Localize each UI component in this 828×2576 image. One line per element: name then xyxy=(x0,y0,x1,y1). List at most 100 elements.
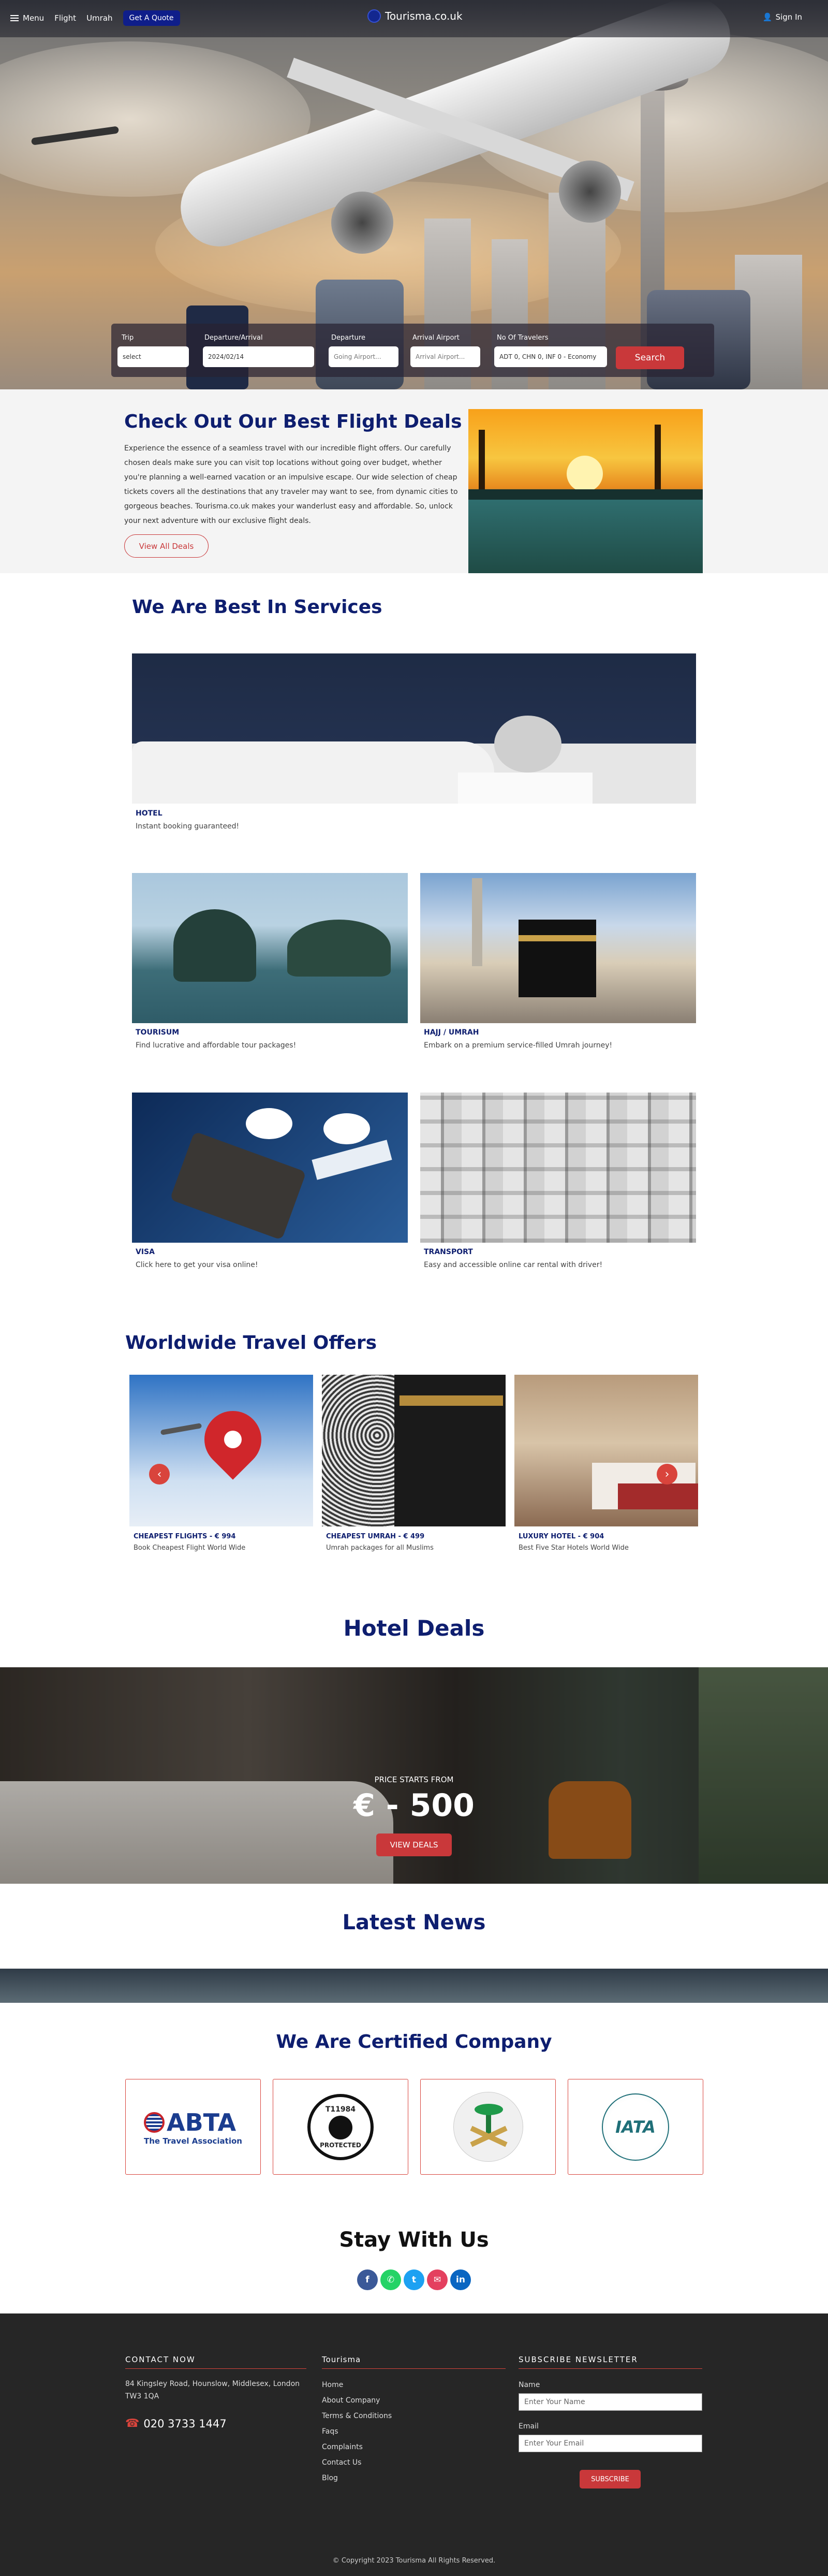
footer-link-complaints[interactable]: Complaints xyxy=(322,2443,363,2451)
service-subtitle-visa: Click here to get your visa online! xyxy=(136,1261,258,1269)
chevron-right-icon: › xyxy=(664,1467,670,1481)
newsletter-name-label: Name xyxy=(519,2381,540,2389)
dates-label: Departure/Arrival xyxy=(204,334,263,342)
newsletter-email-input[interactable]: Enter Your Email xyxy=(519,2435,702,2452)
atol-protected: PROTECTED xyxy=(320,2141,361,2149)
search-button[interactable]: Search xyxy=(616,346,684,369)
subscribe-button[interactable]: SUBSCRIBE xyxy=(580,2470,641,2488)
deals-title: Check Out Our Best Flight Deals xyxy=(124,411,462,432)
iata-logo-text: IATA xyxy=(615,2117,656,2137)
departure-input[interactable]: Going Airport... xyxy=(329,346,398,367)
hotel-deals-title: Hotel Deals xyxy=(343,1616,485,1641)
transport-image[interactable] xyxy=(420,1093,696,1243)
dates-input[interactable]: 2024/02/14 xyxy=(203,346,314,367)
price-value: € - 500 xyxy=(353,1787,475,1824)
footer-link-faqs[interactable]: Faqs xyxy=(322,2427,338,2436)
service-subtitle-transport: Easy and accessible online car rental wi… xyxy=(424,1261,603,1269)
sign-in-link[interactable]: 👤 Sign In xyxy=(763,12,802,22)
hamburger-icon xyxy=(10,15,19,21)
tourism-image[interactable] xyxy=(132,873,408,1023)
footer-link-blog[interactable]: Blog xyxy=(322,2474,338,2482)
service-title-visa[interactable]: VISA xyxy=(136,1248,155,1256)
offer-flights-image[interactable] xyxy=(129,1375,313,1526)
abta-logo-card: ABTA The Travel Association xyxy=(125,2079,261,2175)
linkedin-icon[interactable]: in xyxy=(450,2269,471,2290)
hotel-image[interactable] xyxy=(132,653,696,804)
footer-newsletter-title: SUBSCRIBE NEWSLETTER xyxy=(519,2355,702,2369)
atol-seal: T11984 PROTECTED xyxy=(307,2093,374,2160)
view-all-deals-button[interactable]: View All Deals xyxy=(124,534,209,558)
service-title-tourism[interactable]: TOURISUM xyxy=(136,1028,179,1037)
travelers-label: No Of Travelers xyxy=(497,334,549,342)
offer-subtitle-flights: Book Cheapest Flight World Wide xyxy=(134,1544,246,1552)
offer-title-hotel[interactable]: LUXURY HOTEL - € 904 xyxy=(519,1533,604,1540)
price-caption: PRICE STARTS FROM xyxy=(374,1775,454,1784)
abta-globe-icon xyxy=(144,2112,165,2133)
newsletter-email-label: Email xyxy=(519,2422,539,2431)
trip-select[interactable]: select xyxy=(117,346,189,367)
trip-label: Trip xyxy=(122,334,134,342)
offer-subtitle-umrah: Umrah packages for all Muslims xyxy=(326,1544,434,1552)
menu-button[interactable]: Menu xyxy=(10,13,44,23)
footer-links-title: Tourisma xyxy=(322,2355,506,2369)
offers-title: Worldwide Travel Offers xyxy=(125,1332,377,1354)
atol-number: T11984 xyxy=(325,2105,356,2114)
travelers-input[interactable]: ADT 0, CHN 0, INF 0 - Economy xyxy=(494,346,607,367)
footer-address: 84 Kingsley Road, Hounslow, Middlesex, L… xyxy=(125,2380,300,2400)
iata-logo-icon: IATA xyxy=(602,2093,669,2161)
sign-in-label: Sign In xyxy=(775,12,802,22)
abta-logo-text: ABTA xyxy=(167,2108,236,2136)
get-a-quote-button[interactable]: Get A Quote xyxy=(123,10,180,26)
service-title-hajj-umrah[interactable]: HAJJ / UMRAH xyxy=(424,1028,479,1037)
twitter-icon[interactable]: t xyxy=(404,2269,424,2290)
nav-link-flight[interactable]: Flight xyxy=(54,13,76,23)
hajj-umrah-image[interactable] xyxy=(420,873,696,1023)
deals-text: Experience the essence of a seamless tra… xyxy=(124,444,458,525)
arrival-input[interactable]: Arrival Airport... xyxy=(410,346,480,367)
email-icon[interactable]: ✉ xyxy=(427,2269,448,2290)
whatsapp-icon[interactable]: ✆ xyxy=(380,2269,401,2290)
site-logo[interactable]: Tourisma.co.uk xyxy=(367,9,463,23)
news-strip-image xyxy=(0,1969,828,2003)
chevron-left-icon: ‹ xyxy=(157,1467,162,1481)
arrival-label: Arrival Airport xyxy=(412,334,460,342)
service-subtitle-tourism: Find lucrative and affordable tour packa… xyxy=(136,1041,297,1050)
phone-icon: ☎ xyxy=(125,2417,140,2430)
nav-link-umrah[interactable]: Umrah xyxy=(86,13,112,23)
iata-logo-card: IATA xyxy=(568,2079,703,2175)
latest-news-title: Latest News xyxy=(342,1911,486,1934)
footer-phone-number: 020 3733 1447 xyxy=(143,2417,227,2430)
footer-link-about[interactable]: About Company xyxy=(322,2396,380,2405)
newsletter-name-input[interactable]: Enter Your Name xyxy=(519,2393,702,2411)
footer-copyright: © Copyright 2023 Tourisma All Rights Res… xyxy=(332,2557,496,2565)
abta-logo-subtext: The Travel Association xyxy=(144,2136,242,2146)
carousel-next-button[interactable]: › xyxy=(657,1464,677,1485)
certified-title: We Are Certified Company xyxy=(276,2031,552,2053)
footer-link-contact[interactable]: Contact Us xyxy=(322,2458,361,2467)
facebook-icon[interactable]: f xyxy=(357,2269,378,2290)
service-title-transport[interactable]: TRANSPORT xyxy=(424,1248,473,1256)
offer-title-flights[interactable]: CHEAPEST FLIGHTS - € 994 xyxy=(134,1533,235,1540)
footer-phone[interactable]: ☎ 020 3733 1447 xyxy=(125,2417,227,2430)
atol-logo-card: T11984 PROTECTED xyxy=(273,2079,408,2175)
offer-title-umrah[interactable]: CHEAPEST UMRAH - € 499 xyxy=(326,1533,424,1540)
offer-hotel-image[interactable] xyxy=(514,1375,698,1526)
offer-subtitle-hotel: Best Five Star Hotels World Wide xyxy=(519,1544,629,1552)
site-footer xyxy=(0,2313,828,2576)
view-deals-button[interactable]: VIEW DEALS xyxy=(376,1833,452,1856)
visa-image[interactable] xyxy=(132,1093,408,1243)
logo-text: Tourisma.co.uk xyxy=(385,10,463,22)
footer-contact-title: CONTACT NOW xyxy=(125,2355,306,2369)
services-title: We Are Best In Services xyxy=(132,596,382,618)
menu-label: Menu xyxy=(23,13,45,23)
footer-link-home[interactable]: Home xyxy=(322,2381,343,2389)
carousel-prev-button[interactable]: ‹ xyxy=(149,1464,170,1485)
departure-label: Departure xyxy=(331,334,365,342)
saudi-emblem-icon xyxy=(453,2092,523,2162)
service-subtitle-hotel: Instant booking guaranteed! xyxy=(136,822,240,831)
footer-link-terms[interactable]: Terms & Conditions xyxy=(322,2412,392,2420)
service-title-hotel[interactable]: HOTEL xyxy=(136,809,162,818)
flight-search-form: Trip select Departure/Arrival 2024/02/14… xyxy=(111,324,714,377)
offer-umrah-image[interactable] xyxy=(322,1375,506,1526)
resort-sunset-image xyxy=(468,409,703,573)
